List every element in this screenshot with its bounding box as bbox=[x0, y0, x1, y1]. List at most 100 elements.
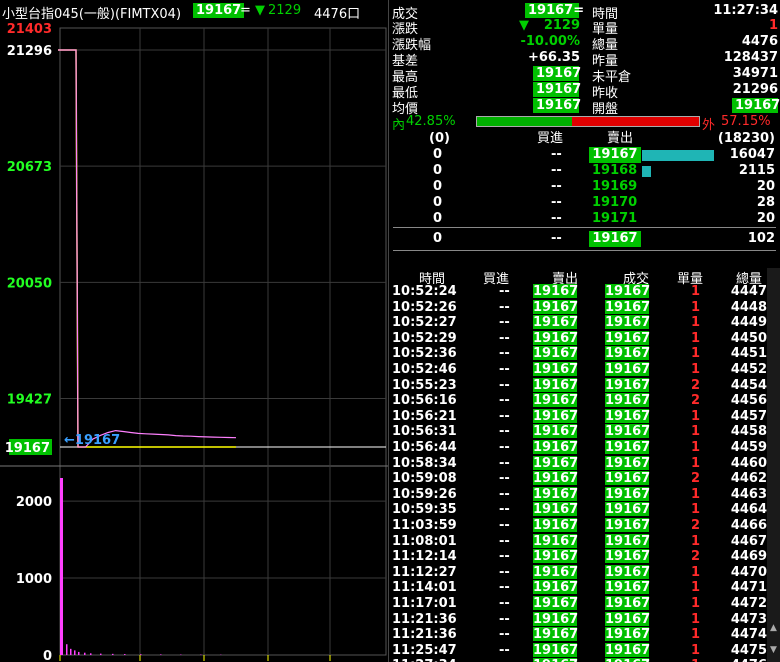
orderbook-row[interactable]: 0 -- 19171 20 bbox=[389, 211, 780, 227]
tick-row[interactable]: 10:58:34 -- 19167 19167 1 4460 bbox=[389, 455, 780, 472]
tick-bid: -- bbox=[499, 596, 510, 611]
tick-row[interactable]: 11:17:01 -- 19167 19167 1 4472 bbox=[389, 596, 780, 612]
tick-time: 11:21:36 bbox=[392, 627, 457, 643]
tick-row[interactable]: 10:59:08 -- 19167 19167 2 4462 bbox=[389, 471, 780, 487]
volume-bar bbox=[78, 651, 80, 655]
ask-count: (18230) bbox=[717, 131, 775, 146]
orderbook-ask-qty: 28 bbox=[756, 195, 775, 210]
tick-row[interactable]: 11:12:27 -- 19167 19167 1 4470 bbox=[389, 564, 780, 581]
tick-ask: 19167 bbox=[533, 455, 579, 471]
tick-time: 11:08:01 bbox=[392, 533, 457, 549]
tick-row[interactable]: 10:56:21 -- 19167 19167 1 4457 bbox=[389, 408, 780, 425]
tick-row[interactable]: 10:52:24 -- 19167 19167 1 4447 bbox=[389, 284, 780, 300]
tick-time: 11:12:27 bbox=[392, 564, 457, 580]
tick-row[interactable]: 10:59:35 -- 19167 19167 1 4464 bbox=[389, 502, 780, 518]
tick-bid: -- bbox=[499, 440, 510, 455]
tick-time: 10:52:26 bbox=[392, 299, 457, 315]
scroll-down-icon[interactable]: ▼ bbox=[767, 644, 780, 657]
tick-row[interactable]: 11:12:14 -- 19167 19167 2 4469 bbox=[389, 549, 780, 565]
tick-row[interactable]: 10:56:31 -- 19167 19167 1 4458 bbox=[389, 424, 780, 440]
orderbook-summary: 0 -- 19167 102 bbox=[389, 231, 780, 247]
tick-row[interactable]: 10:52:29 -- 19167 19167 1 4450 bbox=[389, 330, 780, 347]
tick-total: 4451 bbox=[730, 346, 767, 362]
tick-ask: 19167 bbox=[533, 346, 579, 362]
orderbook-row[interactable]: 0 -- 19167 16047 bbox=[389, 147, 780, 163]
tick-row[interactable]: 11:21:36 -- 19167 19167 1 4473 bbox=[389, 611, 780, 628]
tick-ask: 19167 bbox=[533, 299, 579, 315]
orderbook-bid: -- bbox=[551, 179, 562, 194]
summary-bid: -- bbox=[551, 231, 562, 246]
tick-scrollbar[interactable]: ▲ ▼ bbox=[767, 268, 780, 662]
tick-row[interactable]: 10:56:44 -- 19167 19167 1 4459 bbox=[389, 440, 780, 456]
tick-row[interactable]: 11:14:01 -- 19167 19167 1 4471 bbox=[389, 580, 780, 596]
value-open-interest: 34971 bbox=[732, 66, 778, 81]
tick-trade: 19167 bbox=[605, 596, 651, 611]
tick-trade: 19167 bbox=[605, 330, 651, 346]
tick-header-bid: 買進 bbox=[483, 272, 510, 287]
tick-bid: -- bbox=[499, 346, 510, 362]
tick-time: 11:21:36 bbox=[392, 611, 457, 627]
orderbook-row[interactable]: 0 -- 19168 2115 bbox=[389, 163, 780, 179]
tick-row[interactable]: 11:21:36 -- 19167 19167 1 4474 bbox=[389, 627, 780, 643]
tick-bid: -- bbox=[499, 642, 510, 658]
intraday-chart[interactable]: 21403 21296 20673 20050 19427 19167 ←19167 2000… bbox=[0, 0, 388, 662]
value-single: 1 bbox=[768, 18, 778, 33]
intraday-chart-panel[interactable]: 21403 21296 20673 20050 19427 19167 ←19167 2000… bbox=[0, 0, 388, 662]
inner-outer-ratio-bar bbox=[476, 116, 700, 127]
scroll-up-icon[interactable]: ▲ bbox=[767, 622, 780, 635]
tick-single: 1 bbox=[691, 455, 701, 471]
tick-bid: -- bbox=[499, 362, 510, 377]
tick-row[interactable]: 10:52:27 -- 19167 19167 1 4449 bbox=[389, 315, 780, 331]
tick-row[interactable]: 10:52:36 -- 19167 19167 1 4451 bbox=[389, 346, 780, 362]
tick-row[interactable]: 11:25:47 -- 19167 19167 1 4475 bbox=[389, 642, 780, 659]
value-high: 19167 bbox=[533, 66, 581, 81]
tick-single: 1 bbox=[691, 533, 701, 549]
tick-row[interactable]: 10:52:46 -- 19167 19167 1 4452 bbox=[389, 362, 780, 378]
tick-single: 1 bbox=[691, 330, 701, 346]
tick-total: 4462 bbox=[730, 471, 767, 487]
tick-row[interactable]: 10:55:23 -- 19167 19167 2 4454 bbox=[389, 377, 780, 394]
tick-bid: -- bbox=[499, 486, 510, 502]
tick-bid: -- bbox=[499, 564, 510, 580]
tick-bid: -- bbox=[499, 627, 510, 643]
tick-single: 1 bbox=[691, 611, 701, 627]
tick-row[interactable]: 10:59:26 -- 19167 19167 1 4463 bbox=[389, 486, 780, 503]
header-last-price-suffix: = bbox=[240, 3, 251, 18]
volume-bar bbox=[112, 653, 114, 655]
price-axis-label: 20050 bbox=[7, 276, 52, 291]
volume-bar bbox=[90, 653, 92, 655]
tick-trade: 19167 bbox=[605, 362, 651, 377]
orderbook-ask-qty: 20 bbox=[756, 179, 775, 194]
tick-list[interactable]: 時間 買進 賣出 成交 單量 總量 10:52:24 -- 19167 19167 1 4… bbox=[389, 268, 780, 662]
orderbook-bid-qty: 0 bbox=[433, 179, 443, 194]
orderbook-bid-qty: 0 bbox=[433, 147, 443, 162]
tick-row[interactable]: 10:56:16 -- 19167 19167 2 4456 bbox=[389, 393, 780, 409]
tick-time: 10:52:46 bbox=[392, 362, 457, 377]
tick-bid: -- bbox=[499, 580, 510, 596]
orderbook-row[interactable]: 0 -- 19170 28 bbox=[389, 195, 780, 211]
tick-bid: -- bbox=[499, 471, 510, 487]
tick-single: 1 bbox=[691, 284, 701, 299]
price-axis-label: 21296 bbox=[7, 44, 52, 59]
tick-total: 4457 bbox=[730, 408, 767, 424]
tick-ask: 19167 bbox=[533, 533, 579, 549]
tick-time: 10:52:24 bbox=[392, 284, 457, 299]
tick-ask: 19167 bbox=[533, 627, 579, 643]
tick-ask: 19167 bbox=[533, 408, 579, 424]
tick-single: 2 bbox=[691, 518, 701, 533]
ask-header: 賣出 bbox=[607, 131, 634, 146]
orderbook-ask: 19169 bbox=[592, 179, 638, 194]
tick-bid: -- bbox=[499, 549, 510, 565]
tick-row[interactable]: 10:52:26 -- 19167 19167 1 4448 bbox=[389, 299, 780, 316]
tick-total: 4456 bbox=[730, 393, 767, 409]
tick-ask: 19167 bbox=[533, 424, 579, 440]
tick-ask: 19167 bbox=[533, 393, 579, 409]
tick-row[interactable]: 11:03:59 -- 19167 19167 2 4466 bbox=[389, 518, 780, 534]
ticks-divider bbox=[393, 250, 776, 251]
tick-row[interactable]: 11:08:01 -- 19167 19167 1 4467 bbox=[389, 533, 780, 550]
tick-trade: 19167 bbox=[605, 658, 650, 662]
tick-ask: 19167 bbox=[533, 502, 579, 518]
tick-row[interactable]: 11:27:34 -- 19167 19167 1 4476 bbox=[389, 658, 780, 662]
orderbook-row[interactable]: 0 -- 19169 20 bbox=[389, 179, 780, 195]
value-open: 19167 bbox=[732, 98, 780, 113]
